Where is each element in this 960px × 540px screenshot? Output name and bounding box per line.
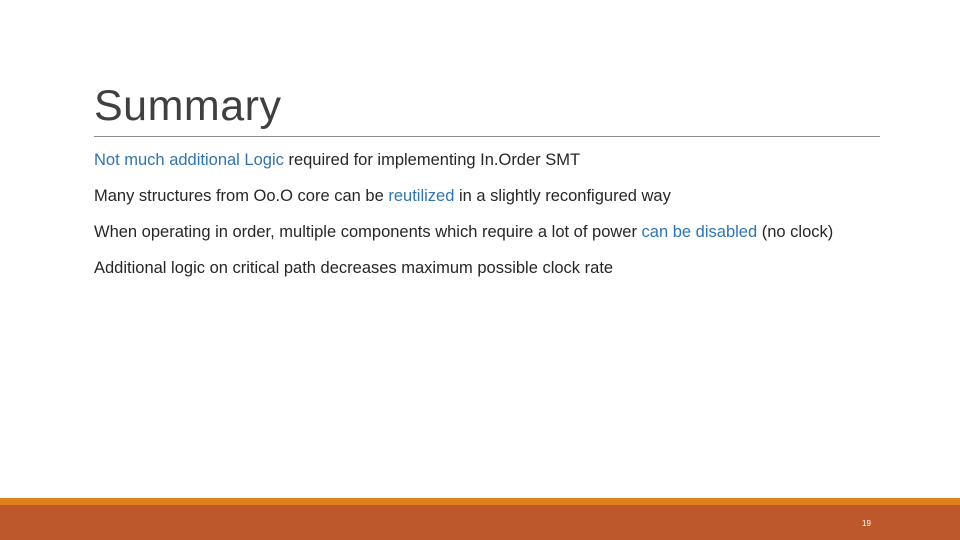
title-divider	[94, 136, 880, 137]
bullet-item: Not much additional Logic required for i…	[94, 150, 884, 170]
highlighted-text: Not much additional Logic	[94, 151, 284, 169]
bullet-list: Not much additional Logic required for i…	[94, 150, 884, 294]
highlighted-text: reutilized	[388, 187, 455, 205]
footer-band	[0, 505, 960, 540]
text-run: in a slightly reconfigured way	[454, 187, 671, 205]
page-number: 19	[862, 519, 871, 528]
slide-title: Summary	[94, 82, 282, 130]
bullet-item: Many structures from Oo.O core can be re…	[94, 186, 884, 206]
text-run: When operating in order, multiple compon…	[94, 223, 642, 241]
text-run: Many structures from Oo.O core can be	[94, 187, 389, 205]
footer-stripe	[0, 498, 960, 505]
text-run: (no clock)	[757, 223, 834, 241]
text-run: required for implementing In.Order SMT	[283, 151, 581, 169]
text-run: Additional logic on critical path decrea…	[94, 259, 614, 277]
bullet-item: When operating in order, multiple compon…	[94, 222, 884, 242]
highlighted-text: can be disabled	[641, 223, 758, 241]
bullet-item: Additional logic on critical path decrea…	[94, 258, 884, 278]
